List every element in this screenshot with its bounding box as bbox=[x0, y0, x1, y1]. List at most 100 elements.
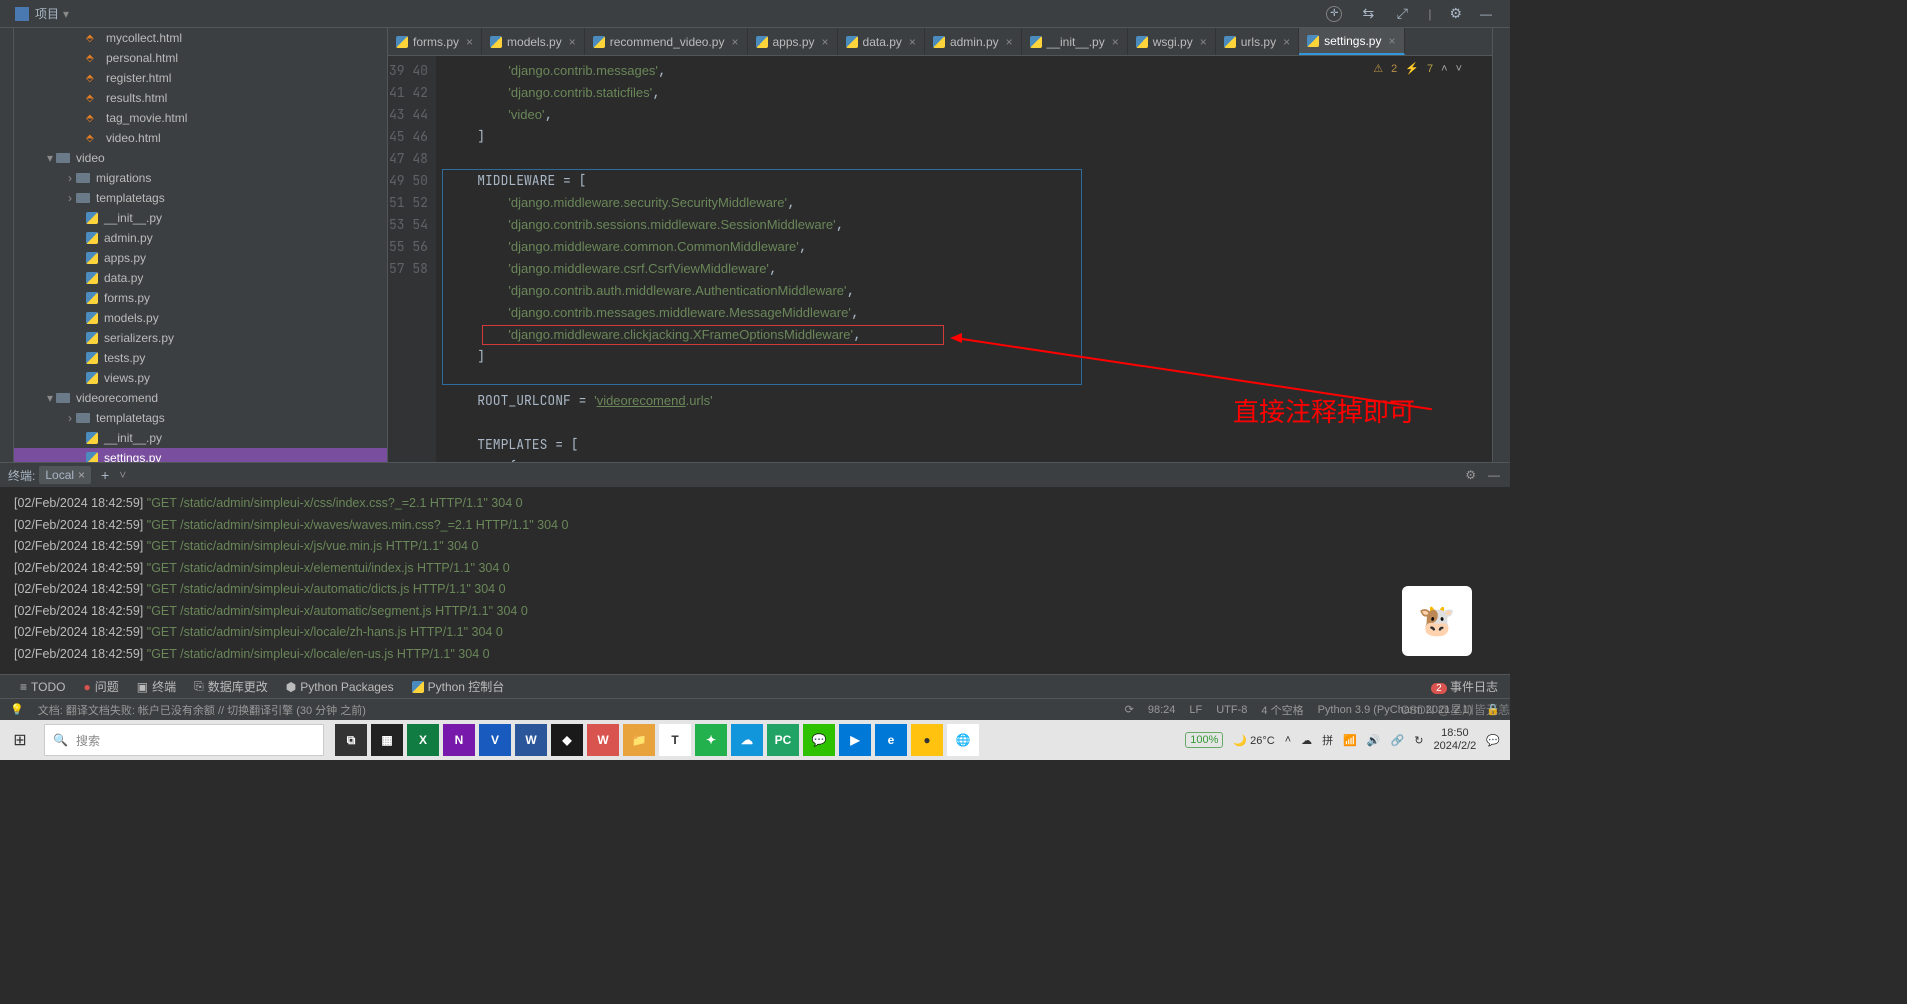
wps-icon[interactable]: W bbox=[587, 724, 619, 756]
terminal-minimize-icon[interactable]: — bbox=[1488, 468, 1500, 482]
notification-icon[interactable]: 💬 bbox=[1486, 734, 1500, 747]
close-icon[interactable]: × bbox=[822, 35, 829, 49]
project-tree[interactable]: ⬘mycollect.html⬘personal.html⬘register.h… bbox=[14, 28, 388, 462]
edge-legacy-icon[interactable]: e bbox=[875, 724, 907, 756]
editor-tab[interactable]: recommend_video.py× bbox=[585, 28, 748, 55]
status-sync-icon[interactable]: ⟳ bbox=[1125, 703, 1134, 716]
tree-item[interactable]: ›migrations bbox=[14, 168, 387, 188]
close-icon[interactable]: × bbox=[1112, 35, 1119, 49]
tool-db-changes[interactable]: ⎘ 数据库更改 bbox=[194, 678, 268, 695]
tool-python-console[interactable]: Python 控制台 bbox=[412, 678, 505, 695]
tree-item[interactable]: __init__.py bbox=[14, 428, 387, 448]
tree-item[interactable]: ›templatetags bbox=[14, 408, 387, 428]
tool-todo[interactable]: ≡ TODO bbox=[20, 680, 65, 694]
cursor-position[interactable]: 98:24 bbox=[1148, 704, 1176, 716]
tree-item[interactable]: admin.py bbox=[14, 228, 387, 248]
tree-item[interactable]: ⬘register.html bbox=[14, 68, 387, 88]
tree-item[interactable]: ⬘mycollect.html bbox=[14, 28, 387, 48]
close-icon[interactable]: × bbox=[731, 35, 738, 49]
app-icon-3[interactable]: ✦ bbox=[695, 724, 727, 756]
volume-icon[interactable]: 🔊 bbox=[1367, 734, 1381, 747]
editor-tab[interactable]: forms.py× bbox=[388, 28, 482, 55]
close-icon[interactable]: × bbox=[909, 35, 916, 49]
tree-item[interactable]: ▾videorecomend bbox=[14, 388, 387, 408]
close-icon[interactable]: × bbox=[466, 35, 473, 49]
close-icon[interactable]: × bbox=[1283, 35, 1290, 49]
excel-icon[interactable]: X bbox=[407, 724, 439, 756]
tool-terminal[interactable]: ▣ 终端 bbox=[137, 678, 176, 695]
baidu-icon[interactable]: ☁ bbox=[731, 724, 763, 756]
editor-tab[interactable]: urls.py× bbox=[1216, 28, 1299, 55]
close-icon[interactable]: × bbox=[569, 35, 576, 49]
tree-item[interactable]: ▾video bbox=[14, 148, 387, 168]
terminal-output[interactable]: [02/Feb/2024 18:42:59] "GET /static/admi… bbox=[0, 487, 1510, 674]
onenote-icon[interactable]: N bbox=[443, 724, 475, 756]
text-icon[interactable]: T bbox=[659, 724, 691, 756]
inspection-badges[interactable]: ⚠2 ⚡7 ˄ ˅ bbox=[1373, 62, 1462, 75]
indent-setting[interactable]: 4 个空格 bbox=[1261, 702, 1303, 718]
tree-item[interactable]: ⬘results.html bbox=[14, 88, 387, 108]
wechat-icon[interactable]: 💬 bbox=[803, 724, 835, 756]
terminal-settings-icon[interactable]: ⚙ bbox=[1465, 468, 1476, 482]
tool-problems[interactable]: ● 问题 bbox=[83, 678, 118, 695]
app-icon[interactable]: ▦ bbox=[371, 724, 403, 756]
editor-tab[interactable]: data.py× bbox=[838, 28, 925, 55]
new-terminal-icon[interactable]: + bbox=[95, 467, 115, 483]
status-bulb-icon[interactable]: 💡 bbox=[10, 703, 24, 716]
assistant-avatar[interactable]: 🐮 bbox=[1402, 586, 1472, 656]
tree-item[interactable]: tests.py bbox=[14, 348, 387, 368]
editor-tab[interactable]: apps.py× bbox=[748, 28, 838, 55]
right-tool-strip[interactable] bbox=[1492, 28, 1510, 462]
close-icon[interactable]: × bbox=[1200, 35, 1207, 49]
clock[interactable]: 18:502024/2/2 bbox=[1433, 727, 1476, 753]
app-icon-4[interactable]: ● bbox=[911, 724, 943, 756]
gear-icon[interactable]: ⚙ bbox=[1449, 5, 1462, 22]
chevron-up-icon[interactable]: ˄ bbox=[1441, 63, 1447, 75]
editor-tab[interactable]: wsgi.py× bbox=[1128, 28, 1216, 55]
tree-item[interactable]: serializers.py bbox=[14, 328, 387, 348]
tree-item[interactable]: ⬘video.html bbox=[14, 128, 387, 148]
line-separator[interactable]: LF bbox=[1189, 704, 1202, 716]
tree-item[interactable]: ⬘personal.html bbox=[14, 48, 387, 68]
tree-item[interactable]: models.py bbox=[14, 308, 387, 328]
visio-icon[interactable]: V bbox=[479, 724, 511, 756]
locate-icon[interactable]: ✛ bbox=[1326, 6, 1342, 22]
taskbar-search[interactable]: 🔍 搜索 bbox=[44, 724, 324, 756]
cloud-icon[interactable]: ☁ bbox=[1301, 734, 1312, 747]
hide-icon[interactable]: — bbox=[1480, 7, 1492, 21]
ime-icon[interactable]: 拼 bbox=[1322, 732, 1333, 748]
collapse-icon[interactable]: ⤢ bbox=[1394, 6, 1410, 22]
chevron-down-icon[interactable]: ˅ bbox=[1456, 63, 1462, 75]
task-view-icon[interactable]: ⧉ bbox=[335, 724, 367, 756]
weather-icon[interactable]: 🌙 26°C bbox=[1233, 734, 1274, 747]
start-button[interactable]: ⊞ bbox=[0, 720, 40, 760]
editor-tab[interactable]: __init__.py× bbox=[1022, 28, 1128, 55]
editor-tab[interactable]: admin.py× bbox=[925, 28, 1022, 55]
editor-tab[interactable]: models.py× bbox=[482, 28, 585, 55]
terminal-tab-local[interactable]: Local × bbox=[39, 466, 91, 484]
close-icon[interactable]: × bbox=[78, 468, 85, 482]
event-log[interactable]: 2 事件日志 bbox=[1431, 678, 1498, 695]
project-dropdown-icon[interactable]: ▾ bbox=[63, 7, 69, 21]
editor-tab[interactable]: settings.py× bbox=[1299, 28, 1404, 55]
tree-item[interactable]: forms.py bbox=[14, 288, 387, 308]
explorer-icon[interactable]: 📁 bbox=[623, 724, 655, 756]
movies-icon[interactable]: ▶ bbox=[839, 724, 871, 756]
tree-item[interactable]: data.py bbox=[14, 268, 387, 288]
app-icon-2[interactable]: ◆ bbox=[551, 724, 583, 756]
word-icon[interactable]: W bbox=[515, 724, 547, 756]
battery-icon[interactable]: 100% bbox=[1185, 732, 1223, 748]
tree-item[interactable]: ›templatetags bbox=[14, 188, 387, 208]
project-label[interactable]: 项目 bbox=[35, 5, 59, 22]
left-tool-strip[interactable] bbox=[0, 28, 14, 462]
link-icon[interactable]: 🔗 bbox=[1391, 734, 1405, 747]
sync-icon[interactable]: ↻ bbox=[1414, 734, 1423, 747]
tree-item[interactable]: ⬘tag_movie.html bbox=[14, 108, 387, 128]
wifi-icon[interactable]: 📶 bbox=[1343, 734, 1357, 747]
tool-python-packages[interactable]: ⬢ Python Packages bbox=[286, 680, 394, 694]
close-icon[interactable]: × bbox=[1388, 34, 1395, 48]
terminal-dropdown-icon[interactable]: ˅ bbox=[119, 468, 126, 482]
tray-chevron-icon[interactable]: ˄ bbox=[1285, 734, 1291, 746]
tree-item[interactable]: settings.py bbox=[14, 448, 387, 462]
tree-item[interactable]: __init__.py bbox=[14, 208, 387, 228]
